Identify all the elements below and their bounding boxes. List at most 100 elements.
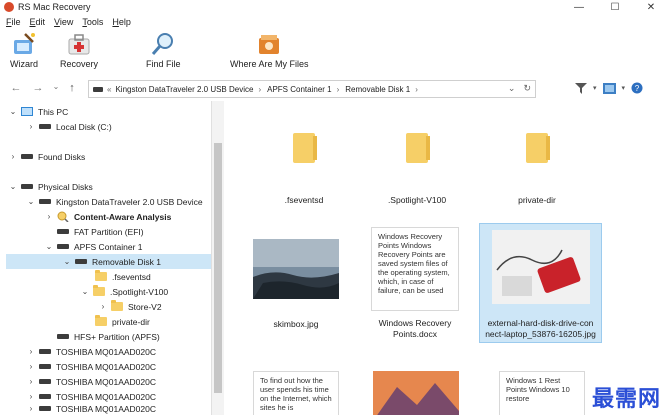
collapsed-chevron-icon[interactable]: › xyxy=(8,152,18,161)
tree-item-this-pc[interactable]: ⌄ This PC xyxy=(8,104,69,119)
search-analysis-icon xyxy=(57,211,69,222)
computer-icon xyxy=(21,107,33,116)
hard-disk-icon xyxy=(39,406,51,411)
path-box[interactable]: « Kingston DataTraveler 2.0 USB Device › … xyxy=(88,80,536,98)
tree-item-kingston[interactable]: ⌄ Kingston DataTraveler 2.0 USB Device xyxy=(26,194,203,209)
filter-icon[interactable] xyxy=(575,82,587,94)
minimize-button[interactable]: — xyxy=(561,0,597,14)
address-bar: ← → ⌄ ↑ « Kingston DataTraveler 2.0 USB … xyxy=(0,77,669,101)
toolbar: Wizard Recovery Find File Where Are My F… xyxy=(0,30,669,76)
collapsed-chevron-icon[interactable]: › xyxy=(26,404,36,413)
magnifier-icon xyxy=(150,32,176,56)
menu-tools[interactable]: Tools xyxy=(82,17,103,27)
collapsed-chevron-icon[interactable]: › xyxy=(26,347,36,356)
expanded-chevron-icon[interactable]: ⌄ xyxy=(80,287,90,296)
tree-item-found-disks[interactable]: › Found Disks xyxy=(8,149,86,164)
file-grid: .fseventsd .Spotlight-V100 private-dir s… xyxy=(224,101,669,415)
window-controls: — ☐ ✕ xyxy=(561,0,669,14)
file-tile-private-dir[interactable]: private-dir xyxy=(482,133,592,206)
tree-item-private-dir[interactable]: private-dir xyxy=(95,314,150,329)
breadcrumb-apfs[interactable]: APFS Container 1 › xyxy=(267,85,339,94)
view-mode-icon[interactable] xyxy=(602,82,616,94)
file-tile-fseventsd[interactable]: .fseventsd xyxy=(249,133,359,206)
forward-arrow-icon[interactable]: → xyxy=(30,82,46,94)
first-aid-kit-icon xyxy=(66,32,92,56)
watermark: 最需网 xyxy=(591,387,661,412)
window-title: RS Mac Recovery xyxy=(18,2,91,12)
collapsed-chevron-icon[interactable]: › xyxy=(26,377,36,386)
hard-disk-icon xyxy=(39,364,51,369)
tree-item-removable-disk[interactable]: ⌄ Removable Disk 1 xyxy=(6,254,211,269)
tree-item-toshiba-1[interactable]: › TOSHIBA MQ01AAD020C xyxy=(26,344,156,359)
tree-item-spotlight[interactable]: ⌄ .Spotlight-V100 xyxy=(80,284,168,299)
recovery-button[interactable]: Recovery xyxy=(60,32,98,69)
drive-icon xyxy=(21,184,33,189)
hard-disk-icon xyxy=(39,394,51,399)
tree-item-toshiba-5[interactable]: › TOSHIBA MQ01AAD020C xyxy=(26,401,156,415)
folder-icon xyxy=(526,133,550,163)
tree-item-local-disk[interactable]: › Local Disk (C:) xyxy=(26,119,112,134)
collapsed-chevron-icon[interactable]: › xyxy=(26,122,36,131)
refresh-icon[interactable]: ↻ xyxy=(523,83,531,94)
breadcrumb-kingston[interactable]: Kingston DataTraveler 2.0 USB Device › xyxy=(115,85,261,94)
tree-scrollbar-thumb[interactable] xyxy=(214,143,222,393)
menu-help[interactable]: Help xyxy=(112,17,131,27)
partition-icon xyxy=(57,229,69,234)
expanded-chevron-icon[interactable]: ⌄ xyxy=(8,182,18,191)
breadcrumb-removable-disk[interactable]: Removable Disk 1 › xyxy=(345,85,418,94)
tree-item-physical-disks[interactable]: ⌄ Physical Disks xyxy=(8,179,93,194)
help-icon[interactable]: ? xyxy=(631,82,643,94)
tree-item-fat-partition[interactable]: FAT Partition (EFI) xyxy=(57,224,144,239)
svg-text:?: ? xyxy=(635,84,640,93)
collapsed-chevron-icon[interactable]: › xyxy=(44,212,54,221)
tree-item-apfs-container[interactable]: ⌄ APFS Container 1 xyxy=(44,239,143,254)
tree-item-toshiba-2[interactable]: › TOSHIBA MQ01AAD020C xyxy=(26,359,156,374)
file-tile-spotlight[interactable]: .Spotlight-V100 xyxy=(362,133,472,206)
path-dropdown-icon[interactable]: ⌄ xyxy=(508,83,516,94)
where-are-my-files-button[interactable]: Where Are My Files xyxy=(230,32,309,69)
history-chevron-down-icon[interactable]: ⌄ xyxy=(48,82,64,91)
expanded-chevron-icon[interactable]: ⌄ xyxy=(44,242,54,251)
tree-item-hfs-partition[interactable]: HFS+ Partition (APFS) xyxy=(57,329,160,344)
collapsed-chevron-icon[interactable]: › xyxy=(26,392,36,401)
collapsed-chevron-icon[interactable]: › xyxy=(98,302,108,311)
find-file-button[interactable]: Find File xyxy=(146,32,181,69)
tree-item-fseventsd[interactable]: .fseventsd xyxy=(95,269,151,284)
tree-item-toshiba-3[interactable]: › TOSHIBA MQ01AAD020C xyxy=(26,374,156,389)
photo-thumbnail xyxy=(492,230,590,304)
menu-bar: File Edit View Tools Help xyxy=(0,14,669,29)
file-tile-mountain-photo[interactable] xyxy=(373,371,459,415)
filter-dropdown-icon[interactable]: ▾ xyxy=(593,84,597,92)
drive-icon xyxy=(21,154,33,159)
files-box-icon xyxy=(256,32,282,56)
menu-file[interactable]: File xyxy=(6,17,21,27)
file-tile-external-hard-disk[interactable]: external-hard-disk-drive-con nect-laptop… xyxy=(479,223,602,343)
menu-view[interactable]: View xyxy=(54,17,73,27)
partition-icon xyxy=(57,334,69,339)
folder-icon xyxy=(293,133,317,163)
path-overflow[interactable]: « xyxy=(107,85,111,94)
close-button[interactable]: ✕ xyxy=(633,0,669,14)
folder-tree: ⌄ This PC › Local Disk (C:) › Found Disk… xyxy=(0,101,212,415)
maximize-button[interactable]: ☐ xyxy=(597,0,633,14)
up-arrow-icon[interactable]: ↑ xyxy=(64,82,80,94)
drive-icon xyxy=(93,86,103,92)
file-tile-doc-preview-2[interactable]: Windows 1 Rest Points Windows 10 restore xyxy=(499,371,585,415)
tree-item-store-v2[interactable]: › Store-V2 xyxy=(98,299,162,314)
expanded-chevron-icon[interactable]: ⌄ xyxy=(8,107,18,116)
tree-item-content-aware[interactable]: › Content-Aware Analysis xyxy=(44,209,171,224)
wizard-button[interactable]: Wizard xyxy=(10,32,38,69)
file-tile-doc-preview[interactable]: To find out how the user spends his time… xyxy=(253,371,339,415)
hard-disk-icon xyxy=(39,349,51,354)
expanded-chevron-icon[interactable]: ⌄ xyxy=(62,257,72,266)
expanded-chevron-icon[interactable]: ⌄ xyxy=(26,197,36,206)
menu-edit[interactable]: Edit xyxy=(30,17,46,27)
removable-disk-icon xyxy=(75,259,87,264)
back-arrow-icon[interactable]: ← xyxy=(8,82,24,94)
app-logo-icon xyxy=(4,2,14,12)
title-bar: RS Mac Recovery — ☐ ✕ xyxy=(0,0,669,14)
view-dropdown-icon[interactable]: ▾ xyxy=(622,84,626,92)
folder-icon xyxy=(95,270,107,281)
collapsed-chevron-icon[interactable]: › xyxy=(26,362,36,371)
wizard-icon xyxy=(11,32,37,56)
